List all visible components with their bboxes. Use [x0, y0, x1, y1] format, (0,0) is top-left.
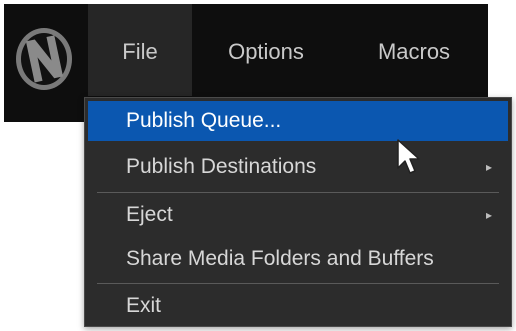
menu-macros[interactable]: Macros: [340, 4, 488, 96]
app-logo[interactable]: [4, 4, 88, 122]
menu-file[interactable]: File: [88, 4, 192, 96]
menu-item-eject[interactable]: Eject ▸: [88, 195, 508, 235]
submenu-arrow-icon: ▸: [485, 160, 492, 174]
menu-separator: [97, 283, 499, 284]
newtek-logo-icon: [16, 28, 72, 90]
menu-item-label: Publish Queue...: [126, 109, 282, 132]
menu-item-publish-queue[interactable]: Publish Queue...: [88, 101, 508, 141]
menu-item-share-media[interactable]: Share Media Folders and Buffers: [88, 239, 508, 279]
menu-item-label: Publish Destinations: [126, 155, 317, 178]
menu-item-exit[interactable]: Exit: [88, 286, 508, 326]
menu-item-label: Eject: [126, 203, 173, 226]
menu-item-label: Share Media Folders and Buffers: [126, 247, 434, 270]
submenu-arrow-icon: ▸: [485, 208, 492, 222]
file-dropdown-menu: Publish Queue... Publish Destinations ▸ …: [84, 97, 512, 327]
mouse-cursor-icon: [397, 139, 420, 174]
menu-options[interactable]: Options: [192, 4, 340, 96]
menu-separator: [97, 192, 499, 193]
menu-item-label: Exit: [126, 294, 162, 317]
menu-item-publish-destinations[interactable]: Publish Destinations ▸: [88, 147, 508, 187]
